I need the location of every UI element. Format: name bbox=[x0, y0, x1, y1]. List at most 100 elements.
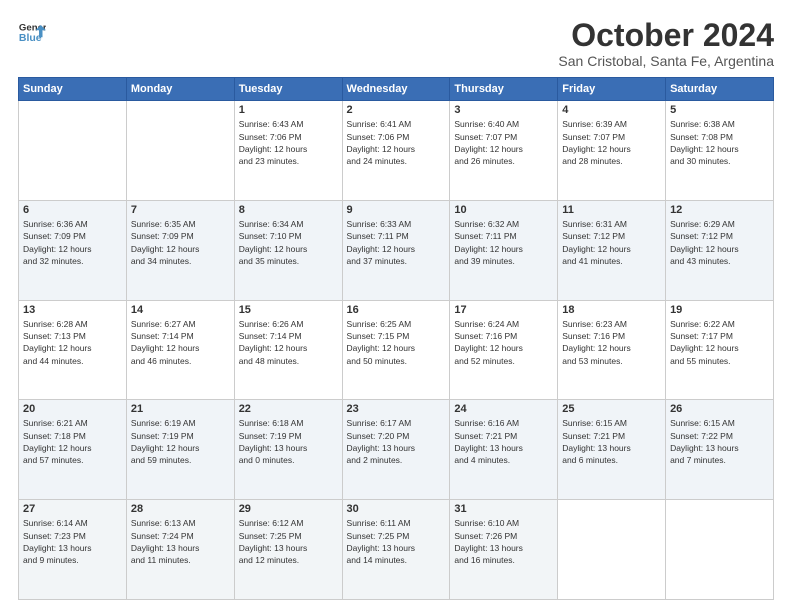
day-number: 27 bbox=[23, 503, 122, 515]
day-number: 14 bbox=[131, 304, 230, 316]
day-cell: 2 Sunrise: 6:41 AMSunset: 7:06 PMDaylight… bbox=[342, 101, 450, 201]
day-cell: 19 Sunrise: 6:22 AMSunset: 7:17 PMDayligh… bbox=[666, 300, 774, 400]
day-info: Sunrise: 6:34 AMSunset: 7:10 PMDaylight:… bbox=[239, 218, 338, 267]
day-info: Sunrise: 6:24 AMSunset: 7:16 PMDaylight:… bbox=[454, 318, 553, 367]
day-cell: 13 Sunrise: 6:28 AMSunset: 7:13 PMDayligh… bbox=[19, 300, 127, 400]
col-friday: Friday bbox=[558, 78, 666, 101]
day-info: Sunrise: 6:28 AMSunset: 7:13 PMDaylight:… bbox=[23, 318, 122, 367]
day-cell bbox=[19, 101, 127, 201]
day-info: Sunrise: 6:31 AMSunset: 7:12 PMDaylight:… bbox=[562, 218, 661, 267]
day-info: Sunrise: 6:15 AMSunset: 7:22 PMDaylight:… bbox=[670, 417, 769, 466]
day-info: Sunrise: 6:14 AMSunset: 7:23 PMDaylight:… bbox=[23, 517, 122, 566]
day-cell: 30 Sunrise: 6:11 AMSunset: 7:25 PMDayligh… bbox=[342, 500, 450, 600]
day-info: Sunrise: 6:41 AMSunset: 7:06 PMDaylight:… bbox=[347, 118, 446, 167]
day-info: Sunrise: 6:35 AMSunset: 7:09 PMDaylight:… bbox=[131, 218, 230, 267]
table-row: 6 Sunrise: 6:36 AMSunset: 7:09 PMDaylight… bbox=[19, 200, 774, 300]
day-cell: 7 Sunrise: 6:35 AMSunset: 7:09 PMDaylight… bbox=[126, 200, 234, 300]
day-number: 7 bbox=[131, 204, 230, 216]
table-row: 1 Sunrise: 6:43 AMSunset: 7:06 PMDaylight… bbox=[19, 101, 774, 201]
day-info: Sunrise: 6:11 AMSunset: 7:25 PMDaylight:… bbox=[347, 517, 446, 566]
day-info: Sunrise: 6:16 AMSunset: 7:21 PMDaylight:… bbox=[454, 417, 553, 466]
day-cell: 9Sunrise: 6:33 AMSunset: 7:11 PMDaylight… bbox=[342, 200, 450, 300]
day-info: Sunrise: 6:15 AMSunset: 7:21 PMDaylight:… bbox=[562, 417, 661, 466]
day-number: 25 bbox=[562, 403, 661, 415]
day-number: 24 bbox=[454, 403, 553, 415]
day-info: Sunrise: 6:12 AMSunset: 7:25 PMDaylight:… bbox=[239, 517, 338, 566]
day-info: Sunrise: 6:43 AMSunset: 7:06 PMDaylight:… bbox=[239, 118, 338, 167]
col-monday: Monday bbox=[126, 78, 234, 101]
day-number: 11 bbox=[562, 204, 661, 216]
day-number: 2 bbox=[347, 104, 446, 116]
day-cell bbox=[126, 101, 234, 201]
day-cell: 27 Sunrise: 6:14 AMSunset: 7:23 PMDayligh… bbox=[19, 500, 127, 600]
day-info: Sunrise: 6:22 AMSunset: 7:17 PMDaylight:… bbox=[670, 318, 769, 367]
day-info: Sunrise: 6:18 AMSunset: 7:19 PMDaylight:… bbox=[239, 417, 338, 466]
day-number: 23 bbox=[347, 403, 446, 415]
day-info: Sunrise: 6:21 AMSunset: 7:18 PMDaylight:… bbox=[23, 417, 122, 466]
day-number: 19 bbox=[670, 304, 769, 316]
day-cell: 8 Sunrise: 6:34 AMSunset: 7:10 PMDaylight… bbox=[234, 200, 342, 300]
table-row: 27 Sunrise: 6:14 AMSunset: 7:23 PMDayligh… bbox=[19, 500, 774, 600]
day-number: 10 bbox=[454, 204, 553, 216]
day-number: 9 bbox=[347, 204, 446, 216]
day-cell: 31Sunrise: 6:10 AMSunset: 7:26 PMDayligh… bbox=[450, 500, 558, 600]
day-cell: 24 Sunrise: 6:16 AMSunset: 7:21 PMDayligh… bbox=[450, 400, 558, 500]
day-cell: 12 Sunrise: 6:29 AMSunset: 7:12 PMDayligh… bbox=[666, 200, 774, 300]
logo: General Blue bbox=[18, 18, 46, 46]
day-number: 16 bbox=[347, 304, 446, 316]
day-cell: 20Sunrise: 6:21 AMSunset: 7:18 PMDayligh… bbox=[19, 400, 127, 500]
header-row: Sunday Monday Tuesday Wednesday Thursday… bbox=[19, 78, 774, 101]
calendar-page: General Blue October 2024 San Cristobal,… bbox=[0, 0, 792, 612]
table-row: 13 Sunrise: 6:28 AMSunset: 7:13 PMDayligh… bbox=[19, 300, 774, 400]
day-number: 28 bbox=[131, 503, 230, 515]
day-info: Sunrise: 6:36 AMSunset: 7:09 PMDaylight:… bbox=[23, 218, 122, 267]
day-number: 1 bbox=[239, 104, 338, 116]
title-section: October 2024 San Cristobal, Santa Fe, Ar… bbox=[558, 18, 774, 69]
day-info: Sunrise: 6:38 AMSunset: 7:08 PMDaylight:… bbox=[670, 118, 769, 167]
day-info: Sunrise: 6:10 AMSunset: 7:26 PMDaylight:… bbox=[454, 517, 553, 566]
month-title: October 2024 bbox=[558, 18, 774, 53]
day-number: 5 bbox=[670, 104, 769, 116]
day-number: 30 bbox=[347, 503, 446, 515]
day-cell: 6 Sunrise: 6:36 AMSunset: 7:09 PMDaylight… bbox=[19, 200, 127, 300]
day-cell: 25 Sunrise: 6:15 AMSunset: 7:21 PMDayligh… bbox=[558, 400, 666, 500]
day-cell: 18Sunrise: 6:23 AMSunset: 7:16 PMDayligh… bbox=[558, 300, 666, 400]
day-number: 26 bbox=[670, 403, 769, 415]
day-number: 22 bbox=[239, 403, 338, 415]
day-cell bbox=[666, 500, 774, 600]
day-number: 13 bbox=[23, 304, 122, 316]
day-number: 6 bbox=[23, 204, 122, 216]
day-info: Sunrise: 6:17 AMSunset: 7:20 PMDaylight:… bbox=[347, 417, 446, 466]
day-cell: 29Sunrise: 6:12 AMSunset: 7:25 PMDayligh… bbox=[234, 500, 342, 600]
day-cell: 15 Sunrise: 6:26 AMSunset: 7:14 PMDayligh… bbox=[234, 300, 342, 400]
day-info: Sunrise: 6:39 AMSunset: 7:07 PMDaylight:… bbox=[562, 118, 661, 167]
day-number: 3 bbox=[454, 104, 553, 116]
col-wednesday: Wednesday bbox=[342, 78, 450, 101]
day-cell: 4Sunrise: 6:39 AMSunset: 7:07 PMDaylight… bbox=[558, 101, 666, 201]
logo-icon: General Blue bbox=[18, 18, 46, 46]
header: General Blue October 2024 San Cristobal,… bbox=[18, 18, 774, 69]
col-tuesday: Tuesday bbox=[234, 78, 342, 101]
day-cell: 11 Sunrise: 6:31 AMSunset: 7:12 PMDayligh… bbox=[558, 200, 666, 300]
col-sunday: Sunday bbox=[19, 78, 127, 101]
table-row: 20Sunrise: 6:21 AMSunset: 7:18 PMDayligh… bbox=[19, 400, 774, 500]
day-cell: 10 Sunrise: 6:32 AMSunset: 7:11 PMDayligh… bbox=[450, 200, 558, 300]
day-cell: 23 Sunrise: 6:17 AMSunset: 7:20 PMDayligh… bbox=[342, 400, 450, 500]
day-info: Sunrise: 6:26 AMSunset: 7:14 PMDaylight:… bbox=[239, 318, 338, 367]
day-number: 8 bbox=[239, 204, 338, 216]
col-saturday: Saturday bbox=[666, 78, 774, 101]
day-info: Sunrise: 6:32 AMSunset: 7:11 PMDaylight:… bbox=[454, 218, 553, 267]
col-thursday: Thursday bbox=[450, 78, 558, 101]
day-cell bbox=[558, 500, 666, 600]
svg-text:Blue: Blue bbox=[19, 32, 42, 44]
day-info: Sunrise: 6:27 AMSunset: 7:14 PMDaylight:… bbox=[131, 318, 230, 367]
day-info: Sunrise: 6:23 AMSunset: 7:16 PMDaylight:… bbox=[562, 318, 661, 367]
day-number: 17 bbox=[454, 304, 553, 316]
day-info: Sunrise: 6:25 AMSunset: 7:15 PMDaylight:… bbox=[347, 318, 446, 367]
day-cell: 5 Sunrise: 6:38 AMSunset: 7:08 PMDaylight… bbox=[666, 101, 774, 201]
day-number: 15 bbox=[239, 304, 338, 316]
day-info: Sunrise: 6:29 AMSunset: 7:12 PMDaylight:… bbox=[670, 218, 769, 267]
day-cell: 21Sunrise: 6:19 AMSunset: 7:19 PMDayligh… bbox=[126, 400, 234, 500]
day-number: 12 bbox=[670, 204, 769, 216]
day-cell: 3Sunrise: 6:40 AMSunset: 7:07 PMDaylight… bbox=[450, 101, 558, 201]
